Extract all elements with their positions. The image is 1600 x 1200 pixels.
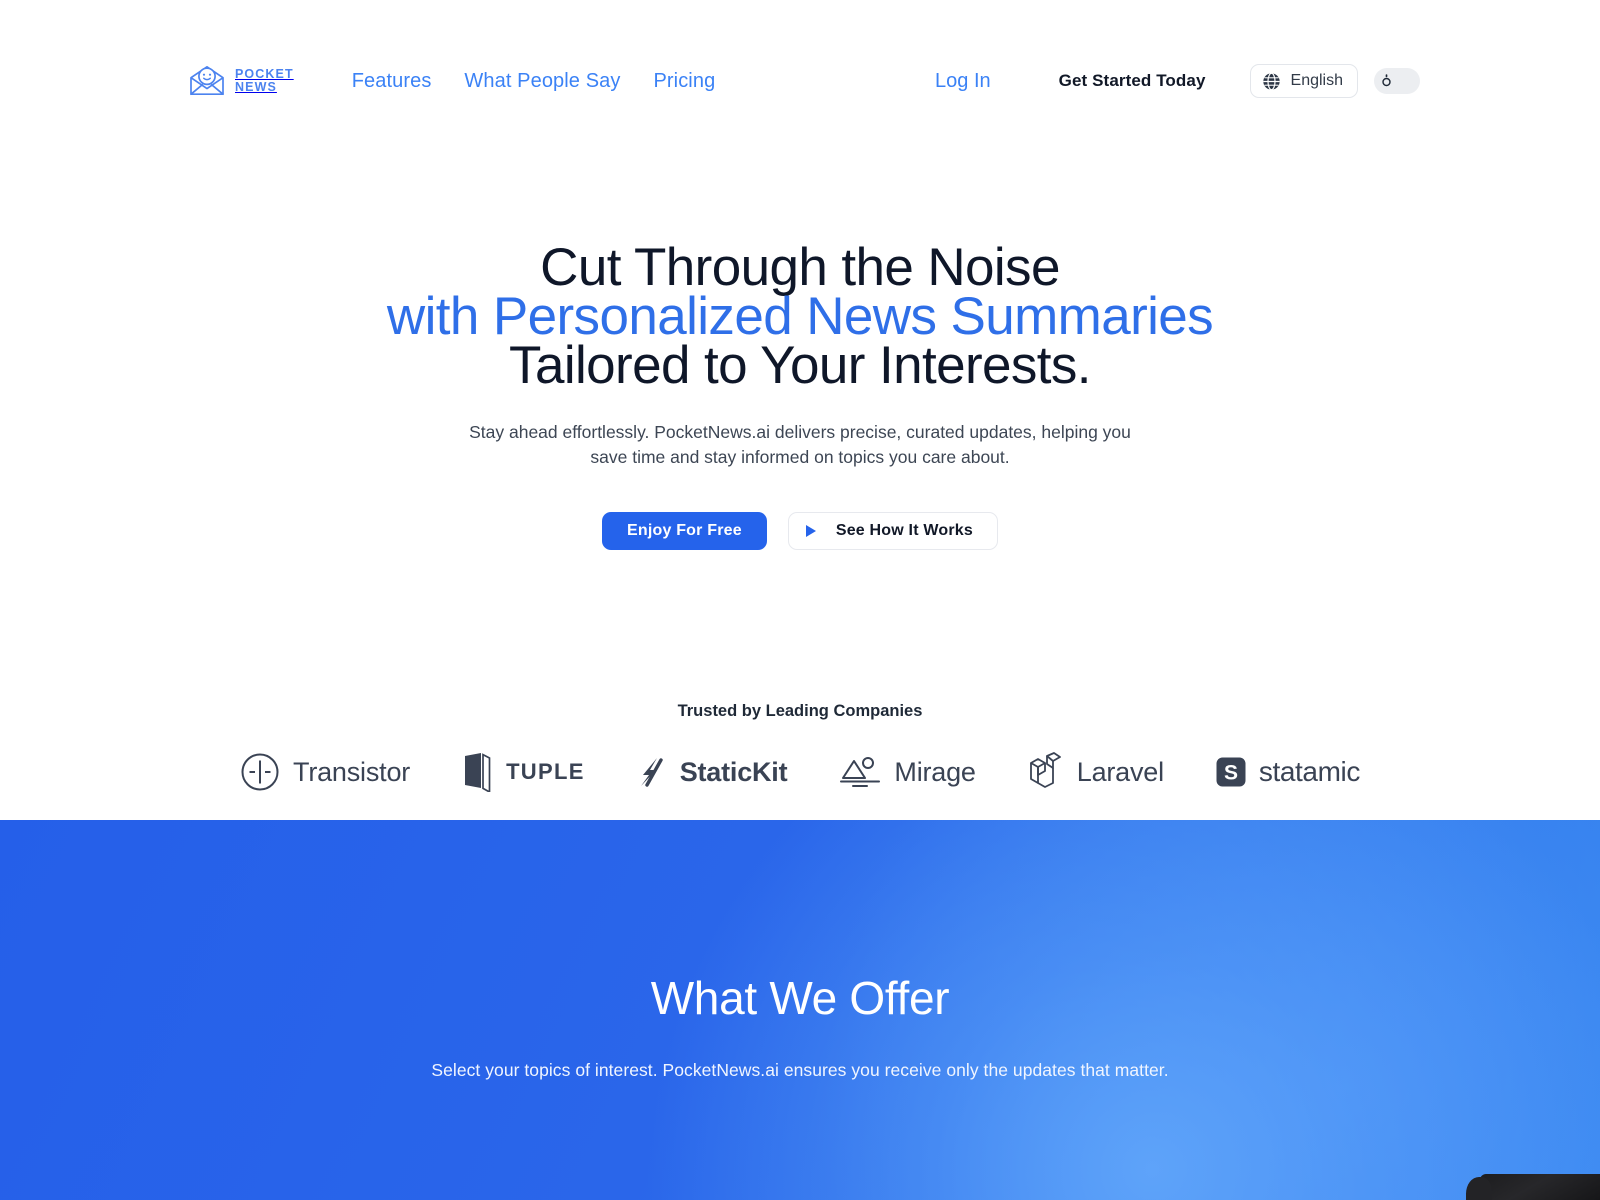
logo-statamic-label: statamic [1258, 756, 1360, 787]
logo-transistor-label: Transistor [293, 756, 411, 787]
hero-section: Cut Through the Noise with Personalized … [0, 140, 1600, 550]
logo-statickit: StaticKit [637, 755, 788, 789]
hero-subtitle: Stay ahead effortlessly. PocketNews.ai d… [460, 420, 1140, 469]
hero-title-line-1: Cut Through the Noise [540, 238, 1060, 297]
main-nav: Features What People Say Pricing [352, 70, 716, 93]
logo-laravel: Laravel [1028, 752, 1164, 792]
site-header: POCKET NEWS Features What People Say Pri… [0, 0, 1600, 140]
nav-item-pricing[interactable]: Pricing [653, 70, 715, 93]
see-how-it-works-button[interactable]: See How It Works [787, 512, 998, 550]
nav-item-what-people-say[interactable]: What People Say [464, 70, 620, 93]
tuple-icon [465, 753, 491, 792]
offer-preview-card[interactable] [1466, 1174, 1600, 1200]
logo-tuple: TUPLE [462, 752, 585, 792]
svg-text:S: S [1224, 762, 1238, 785]
see-how-it-works-label: See How It Works [835, 522, 973, 539]
transistor-icon [241, 753, 279, 791]
logo-statamic: S statamic [1216, 756, 1360, 788]
offer-subtitle: Select your topics of interest. PocketNe… [431, 1060, 1169, 1080]
offer-section: What We Offer Select your topics of inte… [0, 820, 1600, 1200]
header-actions: Log In Get Started Today English [935, 64, 1420, 98]
logo-mirage: Mirage [839, 755, 976, 789]
theme-toggle[interactable] [1374, 68, 1420, 94]
brand-logo[interactable]: POCKET NEWS [188, 65, 294, 97]
trusted-heading: Trusted by Leading Companies [677, 702, 923, 720]
laravel-icon [1029, 752, 1061, 788]
landing-page: POCKET NEWS Features What People Say Pri… [0, 0, 1600, 1200]
brand-wordmark: POCKET NEWS [235, 67, 294, 94]
hero-actions: Enjoy For Free See How It Works [0, 512, 1600, 550]
logo-mirage-label: Mirage [894, 756, 976, 787]
enjoy-for-free-button[interactable]: Enjoy For Free [602, 512, 767, 550]
logo-transistor: Transistor [240, 752, 410, 792]
sun-icon [1382, 73, 1391, 86]
hero-title-line-3: Tailored to Your Interests. [509, 336, 1091, 395]
statamic-icon: S [1216, 757, 1246, 787]
logo-statickit-label: StaticKit [679, 756, 788, 787]
globe-icon [1262, 72, 1280, 90]
logo-tuple-label: TUPLE [506, 759, 585, 784]
offer-title: What We Offer [650, 972, 950, 1024]
hero-subtitle-line-2: time and stay informed on topics you car… [632, 446, 1010, 467]
language-selector[interactable]: English [1249, 64, 1358, 98]
brand-line-2: NEWS [235, 80, 277, 94]
hero-title-line-2: with Personalized News Summaries [386, 287, 1214, 346]
envelope-smile-icon [190, 66, 224, 96]
mirage-icon [840, 757, 881, 787]
logo-laravel-label: Laravel [1076, 756, 1164, 787]
play-icon [805, 525, 816, 537]
nav-item-features[interactable]: Features [352, 70, 432, 93]
company-logos: Transistor TUPLE StaticKit Mirage Larave… [0, 752, 1600, 792]
page-title: Cut Through the Noise with Personalized … [0, 238, 1600, 395]
get-started-button[interactable]: Get Started Today [1059, 71, 1206, 91]
login-link[interactable]: Log In [935, 70, 991, 93]
language-label: English [1290, 72, 1343, 89]
statickit-icon [640, 758, 663, 787]
